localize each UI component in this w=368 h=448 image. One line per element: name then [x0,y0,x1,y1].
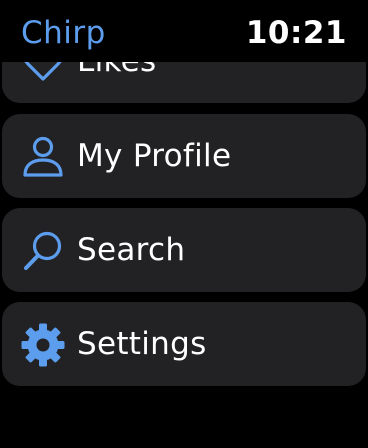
clock-time: 10:21 [245,15,347,51]
status-bar: Chirp 10:21 [0,0,368,62]
menu-item-search[interactable]: Search [2,208,366,292]
person-icon [20,134,66,180]
search-icon [20,228,66,274]
menu-item-settings[interactable]: Settings [2,302,366,386]
gear-icon [20,322,66,368]
menu-list: Likes My Profile Search [0,0,368,448]
menu-item-my-profile[interactable]: My Profile [2,114,366,198]
menu-item-label: My Profile [77,138,232,174]
app-title[interactable]: Chirp [21,14,106,52]
menu-item-label: Search [77,232,186,268]
menu-item-label: Settings [77,326,207,362]
